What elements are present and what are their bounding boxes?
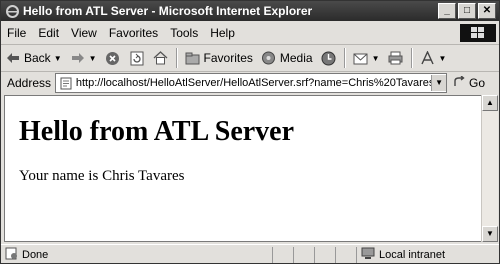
history-button[interactable] bbox=[317, 47, 341, 69]
go-arrow-icon bbox=[453, 74, 466, 91]
status-cell bbox=[315, 246, 336, 263]
mail-icon bbox=[353, 50, 369, 66]
stop-icon bbox=[105, 50, 121, 66]
window-title: Hello from ATL Server - Microsoft Intern… bbox=[23, 4, 313, 18]
chevron-down-icon[interactable]: ▼ bbox=[372, 54, 380, 63]
refresh-button[interactable] bbox=[125, 47, 149, 69]
browser-window: Hello from ATL Server - Microsoft Intern… bbox=[0, 0, 500, 264]
local-intranet-icon bbox=[361, 247, 375, 263]
favorites-icon bbox=[185, 50, 201, 66]
maximize-button[interactable]: □ bbox=[458, 3, 476, 19]
menu-help[interactable]: Help bbox=[204, 26, 241, 40]
address-dropdown-icon[interactable]: ▼ bbox=[431, 75, 447, 91]
toolbar-separator bbox=[343, 48, 346, 68]
scroll-up-icon[interactable]: ▲ bbox=[482, 95, 498, 111]
ie-logo-icon bbox=[5, 4, 19, 18]
page-heading: Hello from ATL Server bbox=[19, 116, 295, 147]
address-input[interactable] bbox=[75, 77, 432, 89]
media-button[interactable]: Media bbox=[257, 47, 317, 69]
menu-view[interactable]: View bbox=[65, 26, 103, 40]
minimize-button[interactable]: _ bbox=[438, 3, 456, 19]
toolbar-separator bbox=[410, 48, 413, 68]
windows-logo-icon bbox=[460, 24, 496, 42]
toolbar: Back ▼ ▼ Favorites Media ▼ ▼ bbox=[1, 45, 499, 72]
menu-tools[interactable]: Tools bbox=[164, 26, 204, 40]
menu-edit[interactable]: Edit bbox=[32, 26, 65, 40]
status-zone: Local intranet bbox=[357, 247, 445, 263]
media-label: Media bbox=[279, 51, 313, 65]
print-button[interactable] bbox=[384, 47, 408, 69]
scroll-down-icon[interactable]: ▼ bbox=[482, 226, 498, 242]
history-icon bbox=[321, 50, 337, 66]
status-cell bbox=[273, 246, 294, 263]
back-arrow-icon bbox=[5, 50, 21, 66]
back-label: Back bbox=[24, 51, 51, 65]
home-icon bbox=[153, 50, 169, 66]
go-label: Go bbox=[469, 76, 486, 90]
done-page-icon bbox=[5, 247, 18, 263]
chevron-down-icon[interactable]: ▼ bbox=[89, 54, 97, 63]
forward-button[interactable]: ▼ bbox=[66, 47, 101, 69]
status-bar: Done Local intranet bbox=[1, 244, 499, 264]
stop-button[interactable] bbox=[101, 47, 125, 69]
status-done: Done bbox=[1, 246, 273, 263]
status-text: Done bbox=[22, 248, 49, 261]
home-button[interactable] bbox=[149, 47, 173, 69]
page-text: Your name is Chris Tavares bbox=[19, 168, 185, 184]
address-box[interactable]: ▼ bbox=[55, 73, 448, 93]
menu-bar: File Edit View Favorites Tools Help bbox=[1, 22, 499, 45]
mail-button[interactable]: ▼ bbox=[349, 47, 384, 69]
address-label: Address bbox=[7, 76, 52, 90]
forward-arrow-icon bbox=[70, 50, 86, 66]
favorites-label: Favorites bbox=[203, 51, 253, 65]
menu-favorites[interactable]: Favorites bbox=[103, 26, 164, 40]
research-button[interactable]: ▼ bbox=[416, 47, 451, 69]
address-bar: Address ▼ Go bbox=[1, 72, 499, 94]
favorites-button[interactable]: Favorites bbox=[181, 47, 257, 69]
status-cell bbox=[336, 246, 357, 263]
vertical-scrollbar[interactable]: ▲ ▼ bbox=[481, 95, 498, 242]
close-button[interactable]: ✕ bbox=[478, 3, 496, 19]
media-icon bbox=[261, 50, 277, 66]
refresh-icon bbox=[129, 50, 145, 66]
printer-icon bbox=[388, 50, 404, 66]
chevron-down-icon[interactable]: ▼ bbox=[54, 54, 62, 63]
status-cell bbox=[294, 246, 315, 263]
page-icon bbox=[59, 76, 73, 90]
page-content: Hello from ATL Server Your name is Chris… bbox=[4, 95, 482, 242]
menu-file[interactable]: File bbox=[1, 26, 32, 40]
title-bar: Hello from ATL Server - Microsoft Intern… bbox=[1, 1, 499, 21]
chevron-down-icon[interactable]: ▼ bbox=[439, 54, 447, 63]
zone-text: Local intranet bbox=[379, 248, 446, 261]
go-button[interactable]: Go bbox=[453, 74, 486, 91]
back-button[interactable]: Back ▼ bbox=[1, 47, 66, 69]
toolbar-separator bbox=[175, 48, 178, 68]
research-icon bbox=[420, 50, 436, 66]
